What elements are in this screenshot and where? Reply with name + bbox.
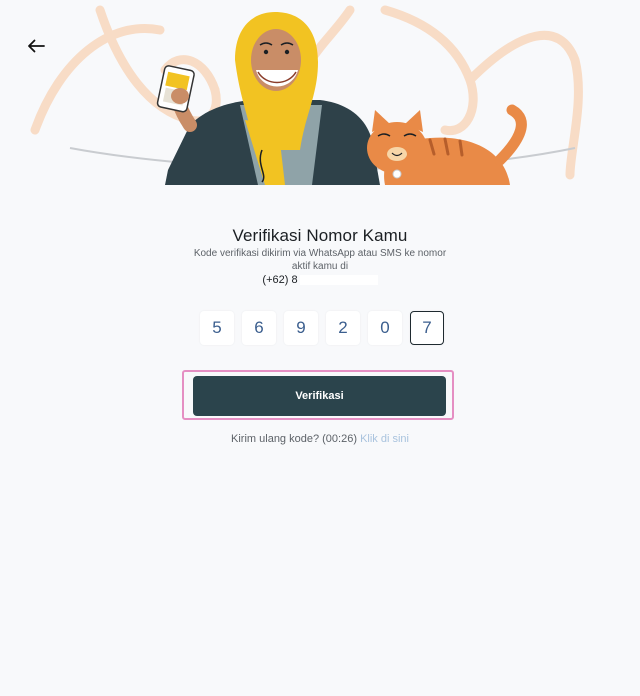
phone-prefix: (+62) 8 (262, 274, 298, 286)
masked-phone-digits (299, 275, 378, 286)
resend-countdown-text: Kirim ulang kode? (00:26) (231, 433, 357, 445)
otp-digit-1[interactable]: 5 (200, 311, 234, 345)
otp-digit-5[interactable]: 0 (368, 311, 402, 345)
verification-subtitle: Kode verifikasi dikirim via WhatsApp ata… (193, 248, 447, 272)
otp-input-group: 5 6 9 2 0 7 (200, 311, 444, 345)
resend-code: Kirim ulang kode? (00:26) Klik di sini (0, 433, 640, 445)
hero-illustration (0, 0, 640, 195)
woman-and-cat-illustration (30, 5, 583, 185)
page-title: Verifikasi Nomor Kamu (232, 226, 408, 245)
otp-digit-6[interactable]: 7 (410, 311, 444, 345)
otp-digit-4[interactable]: 2 (326, 311, 360, 345)
resend-link[interactable]: Klik di sini (360, 433, 409, 445)
otp-digit-2[interactable]: 6 (242, 311, 276, 345)
phone-number: (+62) 8 (0, 274, 640, 286)
verify-button[interactable]: Verifikasi (193, 376, 446, 416)
otp-digit-3[interactable]: 9 (284, 311, 318, 345)
